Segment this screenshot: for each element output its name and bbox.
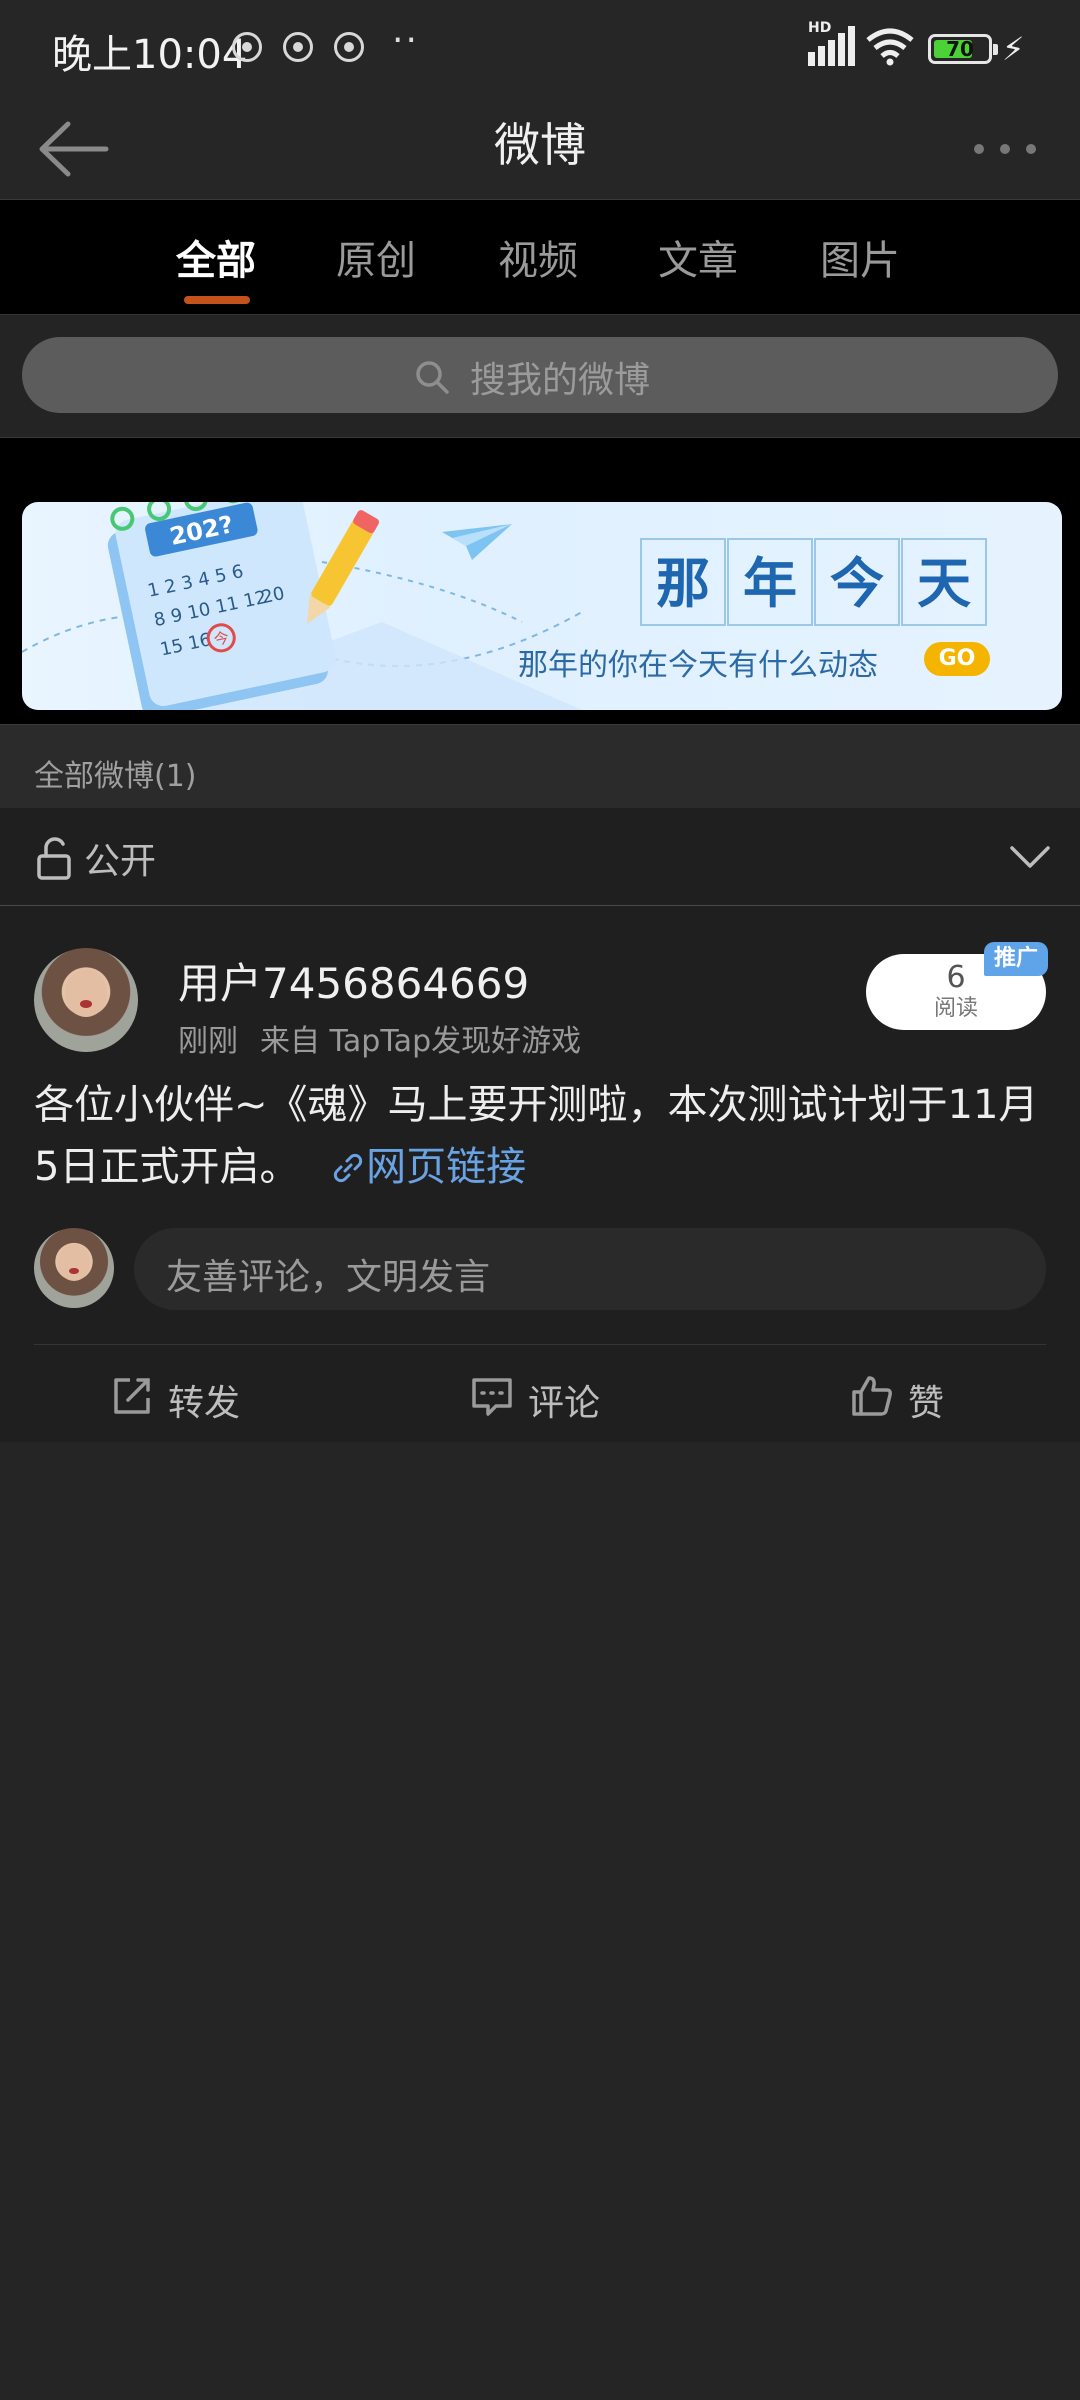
privacy-label: 公开 xyxy=(84,841,157,882)
status-bar: 晚上10:04 ·· HD 70 ⚡ xyxy=(0,0,1080,96)
comment-icon xyxy=(472,1378,512,1416)
tab-article[interactable]: 文章 xyxy=(658,228,738,286)
post-content: 各位小伙伴~《魂》马上要开测啦，本次测试计划于11月5日正式开启。 网页链接 xyxy=(34,1074,1054,1198)
top-bar: 微博 xyxy=(0,96,1080,200)
post-time: 刚刚 xyxy=(178,1024,238,1059)
notification-icon xyxy=(334,32,364,62)
wifi-icon xyxy=(866,28,914,66)
banner-title: 那 年 今 天 xyxy=(640,538,988,626)
tab-all[interactable]: 全部 xyxy=(176,228,256,286)
battery-icon: 70 xyxy=(928,34,998,64)
post-username[interactable]: 用户7456864669 xyxy=(178,950,529,1011)
link-icon[interactable] xyxy=(330,1150,366,1186)
banner-title-char: 年 xyxy=(727,538,813,626)
divider xyxy=(34,1344,1046,1345)
post-meta: 刚刚 来自 TapTap发现好游戏 xyxy=(178,1016,603,1060)
notification-icon xyxy=(283,32,313,62)
signal-icon: HD xyxy=(808,20,856,66)
comment-input[interactable]: 友善评论，文明发言 xyxy=(134,1228,1046,1310)
section-header: 全部微博(1) xyxy=(0,724,1080,808)
filter-tabs: 全部 原创 视频 文章 图片 xyxy=(0,200,1080,314)
avatar[interactable] xyxy=(34,948,138,1052)
section-title: 全部微博(1) xyxy=(34,759,197,794)
repost-label: 转发 xyxy=(168,1383,241,1424)
network-type-label: HD xyxy=(808,20,832,36)
tab-images[interactable]: 图片 xyxy=(820,228,900,286)
notification-icon xyxy=(232,32,262,62)
post-source: 来自 TapTap发现好游戏 xyxy=(260,1024,582,1059)
thumbs-up-icon xyxy=(852,1376,892,1416)
page-title: 微博 xyxy=(494,118,586,172)
web-link[interactable]: 网页链接 xyxy=(366,1144,526,1190)
banner-title-char: 天 xyxy=(901,538,987,626)
active-tab-indicator xyxy=(184,296,250,304)
more-options-icon[interactable] xyxy=(970,122,1040,176)
banner-title-char: 那 xyxy=(640,538,726,626)
chevron-down-icon[interactable] xyxy=(1008,840,1052,874)
banner-title-char: 今 xyxy=(814,538,900,626)
promote-badge[interactable]: 推广 xyxy=(984,942,1048,976)
banner-section: 202? 1 2 3 4 5 6 8 9 10 11 12 15 16 今 20 xyxy=(0,438,1080,724)
repost-icon xyxy=(114,1378,150,1414)
like-label: 赞 xyxy=(908,1383,945,1424)
comment-label: 评论 xyxy=(528,1383,601,1424)
status-time: 晚上10:04 xyxy=(52,32,248,78)
battery-level: 70 xyxy=(946,37,974,61)
tab-original[interactable]: 原创 xyxy=(336,228,416,286)
post-card: 用户7456864669 刚刚 来自 TapTap发现好游戏 6 阅读 推广 各位… xyxy=(0,906,1080,1442)
avatar xyxy=(34,1228,114,1308)
more-notifications-indicator: ·· xyxy=(392,20,419,61)
charging-icon: ⚡ xyxy=(1002,30,1025,68)
search-placeholder: 搜我的微博 xyxy=(470,360,651,401)
privacy-filter[interactable]: 公开 xyxy=(0,808,1080,906)
on-this-day-banner[interactable]: 202? 1 2 3 4 5 6 8 9 10 11 12 15 16 今 20 xyxy=(22,502,1062,710)
go-button[interactable]: GO xyxy=(924,642,990,676)
post-text: 各位小伙伴~《魂》马上要开测啦，本次测试计划于11月5日正式开启。 xyxy=(34,1082,1039,1190)
search-section: 搜我的微博 xyxy=(0,314,1080,438)
tab-video[interactable]: 视频 xyxy=(498,228,578,286)
comment-placeholder: 友善评论，文明发言 xyxy=(166,1257,491,1298)
search-input[interactable]: 搜我的微博 xyxy=(22,337,1058,413)
banner-subtitle: 那年的你在今天有什么动态 xyxy=(518,648,878,683)
unlock-icon xyxy=(37,837,71,880)
search-icon xyxy=(416,361,449,394)
read-label: 阅读 xyxy=(933,996,978,1021)
